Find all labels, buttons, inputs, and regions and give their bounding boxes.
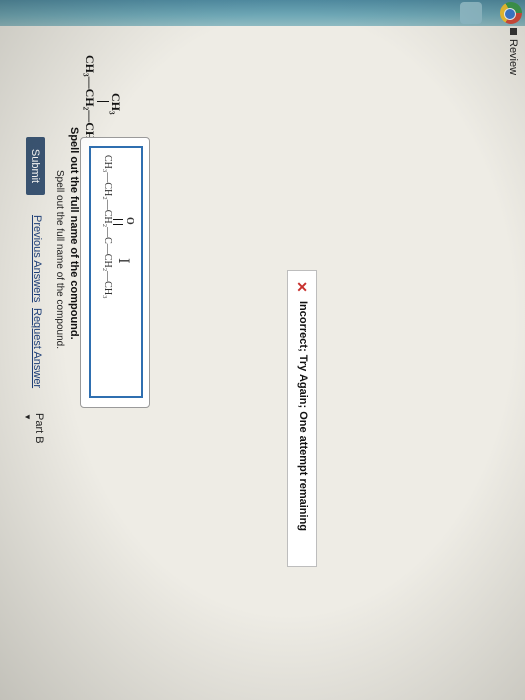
part-b-label[interactable]: Part B xyxy=(33,413,45,444)
prompt-b: Spell out the full name of the compound. xyxy=(54,170,65,350)
taskbar-app-icon[interactable] xyxy=(460,2,482,24)
carbonyl-double-bond-b xyxy=(113,219,123,225)
review-link[interactable]: Review xyxy=(507,28,519,75)
taskbar xyxy=(0,0,525,26)
x-icon: ✕ xyxy=(294,281,310,293)
submit-button[interactable]: Submit xyxy=(26,137,45,195)
feedback-text: Incorrect; Try Again; One attempt remain… xyxy=(297,301,309,532)
feedback-banner: ✕ Incorrect; Try Again; One attempt rema… xyxy=(287,270,317,567)
branch-methyl: CH₃ xyxy=(109,93,123,115)
molecule-b: O CH₃—CH₂—CH₂—C—CH₂—CH₃ xyxy=(95,155,135,325)
request-answer-link[interactable]: Request Answer xyxy=(31,308,43,388)
main-chain-b: CH₃—CH₂—CH₂—C—CH₂—CH₃ xyxy=(102,155,113,299)
chrome-icon[interactable] xyxy=(500,2,522,24)
review-icon xyxy=(510,28,517,35)
screen: Review CH₃ O CH₃—CH₂—CH—CH₂—C—H Spell ou… xyxy=(0,0,525,700)
previous-answers-link[interactable]: Previous Answers xyxy=(31,215,43,302)
carbonyl-oxygen-b: O xyxy=(124,217,135,225)
chevron-down-icon[interactable]: ▼ xyxy=(23,413,32,421)
review-label: Review xyxy=(507,39,519,76)
branch-bond xyxy=(97,101,109,102)
prompt-a: Spell out the full name of the compound. xyxy=(68,127,80,340)
